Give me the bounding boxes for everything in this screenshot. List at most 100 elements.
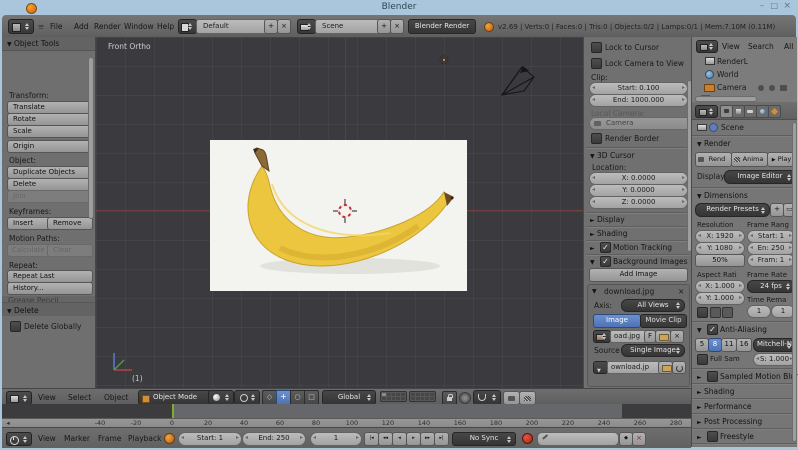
viewport-menu-view[interactable]: View (38, 394, 56, 402)
properties-scrollbar[interactable] (792, 122, 797, 442)
image-datablock-name-field[interactable]: oad.jpg (610, 330, 648, 343)
performance-panel-header[interactable]: ► Performance (697, 403, 752, 411)
tab-object-icon[interactable] (768, 105, 781, 118)
lock-camera-checkbox[interactable] (591, 58, 602, 69)
image-entry-close-icon[interactable]: × (678, 288, 684, 296)
image-entry-name[interactable]: download.jpg (604, 288, 654, 296)
image-datablock-icon[interactable] (593, 330, 611, 343)
timeline-menu-frame[interactable]: Frame (98, 435, 121, 443)
crop-icon-box[interactable] (710, 307, 721, 318)
cursor-z-field[interactable]: ◂Z: 0.0000▸ (589, 196, 688, 209)
maximize-button[interactable]: □ (770, 1, 778, 10)
render-presets-select[interactable]: Render Presets (695, 203, 770, 217)
outliner-menu-search[interactable]: Search (748, 43, 774, 51)
render-border-checkbox[interactable] (591, 133, 602, 144)
jump-next-keyframe-button[interactable]: ▸▸ (420, 432, 435, 446)
add-preset-button[interactable]: + (770, 203, 784, 217)
manipulator-translate-button[interactable]: + (276, 390, 291, 405)
manipulator-cursor-button[interactable]: ◇ (262, 390, 277, 405)
anti-aliasing-panel-header[interactable]: ▼ (697, 326, 702, 334)
history-button[interactable]: History... (7, 282, 93, 295)
lock-to-scene-icon[interactable] (442, 391, 457, 405)
remove-keyframe-button[interactable]: Remove (47, 217, 93, 230)
scene-icon[interactable] (297, 19, 316, 34)
outliner-display-mode[interactable]: All (784, 43, 793, 51)
full-sample-checkbox[interactable] (697, 354, 708, 365)
aspect-y-field[interactable]: ◂Y: 1.000▸ (695, 292, 745, 305)
delete-keyframe-timeline-button[interactable]: × (632, 432, 646, 446)
current-frame-field[interactable]: ◂1▸ (310, 432, 362, 446)
render-still-button[interactable]: Rend (695, 152, 732, 167)
display-mode-select[interactable]: Image Editor (724, 170, 796, 184)
manipulator-rotate-button[interactable]: ○ (290, 390, 305, 405)
axis-select[interactable]: All Views (621, 299, 685, 312)
manipulator-scale-button[interactable]: □ (304, 390, 319, 405)
delete-globally-checkbox[interactable] (10, 321, 21, 332)
aa-samples-11-button[interactable]: 11 (721, 338, 737, 352)
cursor-panel-header[interactable]: ▼ 3D Cursor (590, 152, 635, 160)
timeline[interactable]: ◂ -40 -20 0 20 40 60 80 100 120 140 160 … (2, 404, 691, 427)
frame-rate-select[interactable]: 24 fps (747, 280, 795, 293)
keying-set-field[interactable] (537, 432, 619, 446)
post-processing-panel-header[interactable]: ► Post Processing (697, 418, 762, 426)
selectable-icon[interactable] (769, 85, 775, 91)
image-entry-expand-icon[interactable]: ▼ (592, 289, 597, 295)
renderable-icon[interactable] (780, 85, 787, 91)
background-images-panel-header[interactable]: ▼ (590, 258, 595, 266)
transform-orientation-select[interactable]: Global (322, 390, 376, 405)
join-button[interactable]: Join (7, 190, 93, 203)
anti-aliasing-checkbox[interactable]: ✓ (707, 324, 718, 335)
outliner-menu-view[interactable]: View (722, 43, 740, 51)
insert-keyframe-timeline-button[interactable]: ◆ (619, 432, 633, 446)
browse-file-button[interactable] (658, 361, 673, 374)
border-checkbox[interactable] (697, 307, 708, 318)
scene-select[interactable]: Scene (315, 19, 383, 34)
outliner-item-renderlayers[interactable]: RenderL (717, 58, 748, 66)
aa-samples-16-button[interactable]: 16 (736, 338, 752, 352)
render-engine-select[interactable]: Blender Render (408, 19, 476, 34)
menu-add[interactable]: Add (74, 23, 89, 31)
proportional-edit-icon[interactable] (459, 392, 471, 404)
menu-window[interactable]: Window (124, 23, 154, 31)
editor-type-timeline-icon[interactable] (6, 432, 32, 446)
source-select[interactable]: Single Image (621, 344, 685, 357)
frame-end-field-timeline[interactable]: ◂End: 250▸ (242, 432, 306, 446)
aa-filter-select[interactable]: Mitchell-N (753, 338, 796, 352)
resolution-percentage-field[interactable]: 50% (695, 254, 745, 267)
menu-render[interactable]: Render (94, 23, 121, 31)
editor-type-info-icon[interactable] (8, 19, 34, 34)
jump-to-start-button[interactable]: |◂ (364, 432, 379, 446)
layers-block-b[interactable] (409, 391, 436, 402)
ruler-scroll-arrow[interactable]: ◂ (6, 420, 9, 427)
jump-to-end-button[interactable]: ▸| (434, 432, 449, 446)
image-toggle-button[interactable]: Image (593, 314, 641, 328)
editor-type-outliner-icon[interactable] (696, 40, 718, 53)
freestyle-checkbox[interactable] (707, 431, 718, 442)
add-image-button[interactable]: Add Image (589, 268, 688, 282)
viewport-shading-select[interactable] (208, 390, 234, 405)
timeline-menu-playback[interactable]: Playback (128, 435, 161, 443)
aa-samples-8-button[interactable]: 8 (708, 338, 722, 352)
viewport-menu-select[interactable]: Select (68, 394, 91, 402)
motion-tracking-panel-header[interactable]: ► (590, 244, 595, 252)
screen-layout-select[interactable]: Default (196, 19, 270, 34)
background-images-checkbox[interactable]: ✓ (600, 256, 611, 267)
lock-to-cursor-checkbox[interactable] (591, 42, 602, 53)
camera-object-icon[interactable] (496, 63, 536, 99)
sampled-motion-blur-checkbox[interactable] (707, 371, 718, 382)
delete-scene-button[interactable]: × (390, 19, 404, 34)
screen-layout-icon[interactable] (178, 19, 197, 34)
stamp-icon-box[interactable] (722, 307, 733, 318)
play-button[interactable]: ▸ (406, 432, 421, 446)
calculate-paths-button[interactable]: Calculate (7, 244, 52, 257)
outliner-item-camera[interactable]: Camera (717, 84, 746, 92)
render-opengl-anim-button[interactable] (519, 391, 536, 405)
aa-samples-5-button[interactable]: 5 (695, 338, 709, 352)
shading-panel-header[interactable]: ► Shading (697, 388, 734, 396)
add-scene-button[interactable]: + (377, 19, 391, 34)
delete-layout-button[interactable]: × (277, 19, 291, 34)
tool-shelf-panel-header[interactable]: ▼ Object Tools (2, 37, 95, 51)
viewport-menu-object[interactable]: Object (104, 394, 128, 402)
aa-size-field[interactable]: ◂S: 1.000▸ (753, 353, 796, 366)
lamp-object-icon[interactable] (436, 52, 452, 68)
